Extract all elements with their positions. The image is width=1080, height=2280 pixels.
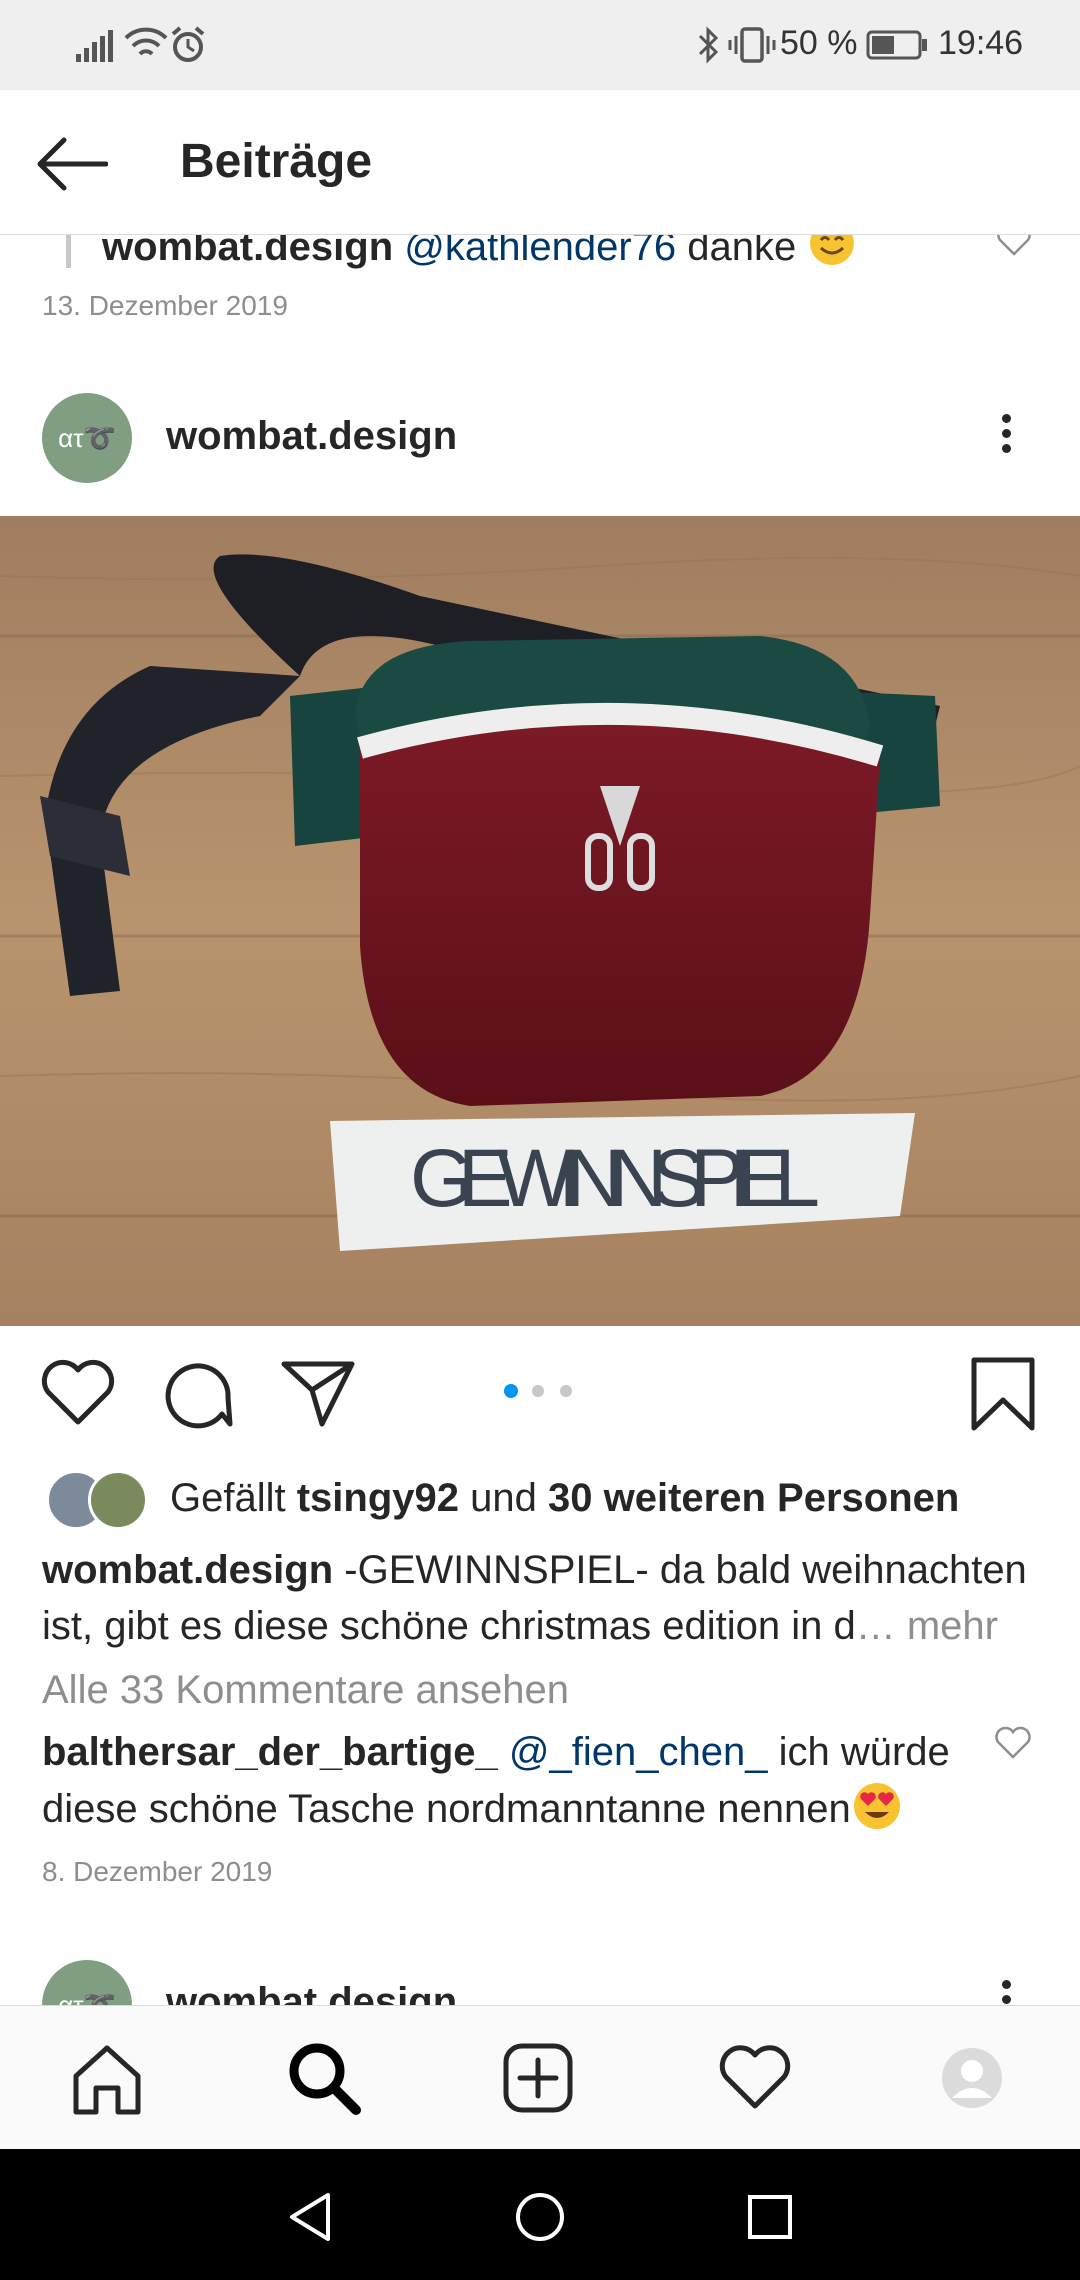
page-title: Beiträge bbox=[180, 135, 373, 188]
likes-others[interactable]: 30 weiteren Personen bbox=[548, 1476, 959, 1520]
bottom-navigation bbox=[0, 2005, 1080, 2150]
comment-line-1: ich würde bbox=[778, 1730, 950, 1774]
comment-mention[interactable]: @_fien_chen_ bbox=[509, 1730, 768, 1774]
recents-square-icon[interactable] bbox=[746, 2193, 794, 2241]
carousel-dot bbox=[560, 1385, 572, 1397]
likes-summary[interactable]: Gefällt tsingy92 und 30 weiteren Persone… bbox=[170, 1470, 959, 1526]
caption-line-1: -GEWINNSPIEL- da bald weihnachten bbox=[344, 1548, 1027, 1592]
comment-bubble-icon[interactable] bbox=[162, 1358, 234, 1430]
heart-eyes-emoji-icon bbox=[853, 1783, 900, 1829]
alarm-icon bbox=[171, 26, 205, 62]
more-vertical-icon[interactable] bbox=[1002, 408, 1011, 459]
battery-percent: 50 % bbox=[780, 24, 858, 62]
profile-icon[interactable] bbox=[940, 2046, 1004, 2110]
paper-plane-icon[interactable] bbox=[280, 1358, 356, 1428]
avatar[interactable]: ατ➰ bbox=[42, 393, 132, 483]
post-caption: wombat.design -GEWINNSPIEL- da bald weih… bbox=[42, 1542, 1052, 1654]
clock: 19:46 bbox=[938, 24, 1024, 62]
carousel-dot bbox=[532, 1385, 544, 1397]
likes-prefix: Gefällt bbox=[170, 1476, 286, 1520]
wifi-icon bbox=[124, 27, 168, 56]
arrow-left-icon[interactable] bbox=[34, 136, 108, 192]
post-photo: GEWINNSPIEL bbox=[0, 516, 1080, 1326]
carousel-dot-active bbox=[504, 1384, 518, 1398]
previous-comment-date: 13. Dezember 2019 bbox=[42, 290, 288, 321]
svg-text:ατ➰: ατ➰ bbox=[58, 423, 116, 453]
comment-like-heart-icon[interactable] bbox=[994, 1726, 1032, 1760]
home-circle-icon[interactable] bbox=[514, 2191, 566, 2243]
comment-line-2: diese schöne Tasche nordmanntanne nennen bbox=[42, 1787, 851, 1831]
wombat-logo-icon: ατ➰ bbox=[58, 423, 116, 453]
post-username[interactable]: wombat.design bbox=[166, 414, 457, 459]
search-icon[interactable] bbox=[286, 2040, 362, 2116]
comment-username[interactable]: balthersar_der_bartige_ bbox=[42, 1730, 498, 1774]
add-post-icon[interactable] bbox=[502, 2042, 574, 2114]
post-date: 8. Dezember 2019 bbox=[42, 1856, 273, 1887]
likes-connector: und bbox=[470, 1476, 537, 1520]
home-icon[interactable] bbox=[70, 2042, 144, 2116]
caption-username[interactable]: wombat.design bbox=[42, 1548, 333, 1592]
system-navigation-bar bbox=[0, 2149, 1080, 2280]
top-header: Beiträge bbox=[0, 90, 1080, 235]
vibrate-icon bbox=[728, 27, 776, 63]
heart-icon[interactable] bbox=[40, 1358, 116, 1428]
tape-label: GEWINNSPIEL bbox=[410, 1133, 820, 1224]
post-image[interactable]: GEWINNSPIEL bbox=[0, 516, 1080, 1326]
status-bar: 50 % 19:46 bbox=[0, 0, 1080, 90]
signal-icon bbox=[76, 30, 113, 62]
liker-avatars[interactable] bbox=[46, 1468, 148, 1530]
caption-more-link[interactable]: … mehr bbox=[856, 1604, 998, 1648]
activity-heart-icon[interactable] bbox=[718, 2044, 792, 2112]
likes-user[interactable]: tsingy92 bbox=[297, 1476, 459, 1520]
avatar bbox=[88, 1470, 148, 1530]
bookmark-icon[interactable] bbox=[970, 1356, 1036, 1432]
top-comment: balthersar_der_bartige_ @_fien_chen_ ich… bbox=[42, 1724, 992, 1837]
battery-icon bbox=[866, 30, 927, 60]
bluetooth-icon bbox=[698, 26, 719, 64]
caption-line-2: ist, gibt es diese schöne christmas edit… bbox=[42, 1604, 856, 1648]
back-triangle-icon[interactable] bbox=[286, 2191, 334, 2243]
view-all-comments-link[interactable]: Alle 33 Kommentare ansehen bbox=[42, 1662, 569, 1718]
